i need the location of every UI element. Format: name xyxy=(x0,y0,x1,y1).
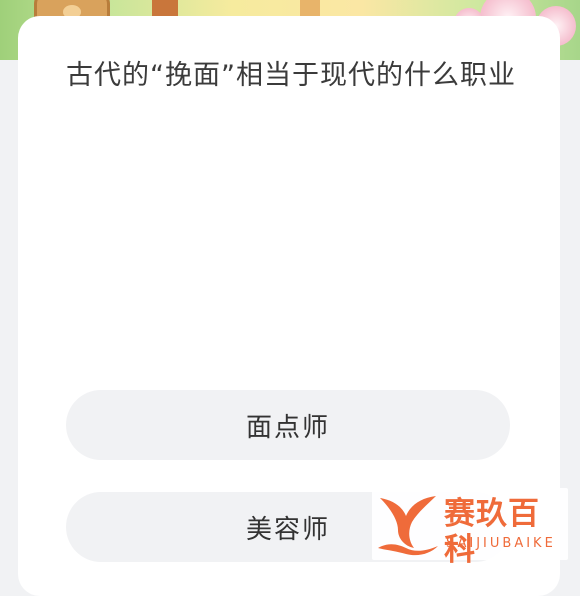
answer-option-1[interactable]: 面点师 xyxy=(66,390,510,460)
watermark: 赛玖百科 SAIJIUBAIKE xyxy=(372,488,568,568)
question-text: 古代的“挽面”相当于现代的什么职业 xyxy=(66,60,516,91)
watermark-brand-name: 赛玖百科 xyxy=(444,496,540,568)
orange-fish-tail-logo-icon xyxy=(378,496,438,556)
watermark-brand-name-en: SAIJIUBAIKE xyxy=(446,536,556,551)
